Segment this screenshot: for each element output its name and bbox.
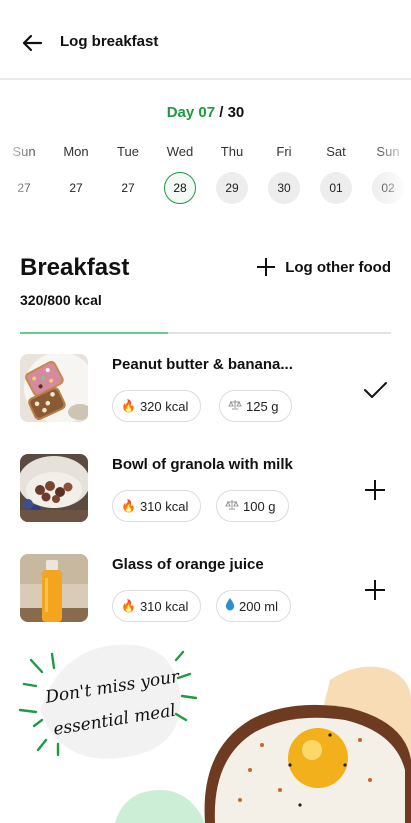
amount-chip: 200 ml [216,590,292,622]
droplet-icon [225,598,235,614]
top-bar: Log breakfast [0,0,411,80]
calendar-day[interactable]: Thu 29 [206,144,258,212]
food-item[interactable]: Glass of orange juice 🔥 310 kcal 200 ml [20,554,391,624]
arrow-left-icon[interactable] [20,31,44,55]
day-counter: Day 07 / 30 [0,104,411,121]
day-name: Fri [276,144,292,159]
day-number: 28 [164,172,196,204]
day-name: Mon [63,144,89,159]
toast-image [20,354,88,422]
log-other-food-label: Log other food [285,258,391,276]
food-name: Glass of orange juice [112,556,264,573]
granola-image [20,454,88,522]
day-number: 02 [372,172,404,204]
fire-icon: 🔥 [121,399,136,413]
kcal-chip: 🔥 310 kcal [112,590,202,622]
day-number: 27 [69,181,83,195]
scale-icon [228,399,242,414]
calendar-day[interactable]: Fri 30 [258,144,310,212]
day-number: 27 [121,181,135,195]
day-separator: / [219,104,224,121]
calendar-day[interactable]: Tue 27 [102,144,154,212]
promo-banner: Don't miss your essential meal [0,640,411,823]
log-other-food-button[interactable]: Log other food [257,258,391,276]
fire-icon: 🔥 [121,499,136,513]
kcal-value: 310 kcal [139,598,189,614]
day-name: Sun [376,144,400,159]
amount-value: 125 g [246,398,279,414]
kcal-chip: 🔥 320 kcal [112,390,202,422]
calendar-day[interactable]: Mon 27 [50,144,102,212]
plus-icon [257,258,276,276]
day-number: 29 [216,172,248,204]
food-item[interactable]: Bowl of granola with milk 🔥 310 kcal 100… [20,454,391,524]
kcal-chip: 🔥 310 kcal [112,490,202,522]
food-item[interactable]: Peanut butter & banana... 🔥 320 kcal 125… [20,354,391,424]
kcal-progress-bar [20,332,391,334]
food-name: Peanut butter & banana... [112,356,293,373]
amount-chip: 125 g [219,390,292,422]
day-number: 01 [320,172,352,204]
kcal-progress-fill [20,332,169,334]
plus-icon[interactable] [363,478,387,502]
day-name: Sat [326,144,346,159]
plus-icon[interactable] [363,578,387,602]
check-icon[interactable] [363,378,387,402]
day-name: Tue [117,144,139,159]
calendar-strip: Sun 27 Mon 27 Tue 27 Wed 28 Thu 29 Fri 3… [0,144,411,212]
day-total: 30 [227,104,245,121]
day-name: Sun [12,144,36,159]
day-name: Wed [166,144,194,159]
meal-kcal: 320/800 kcal [20,292,102,308]
amount-value: 200 ml [239,598,279,614]
day-current: Day 07 [166,104,216,121]
orange-juice-image [20,554,88,622]
calendar-day[interactable]: Sun 02 [362,144,411,212]
scale-icon [225,499,239,514]
amount-chip: 100 g [216,490,289,522]
amount-value: 100 g [243,498,276,514]
calendar-day[interactable]: Sat 01 [310,144,362,212]
calendar-day[interactable]: Sun 27 [0,144,50,212]
kcal-value: 320 kcal [139,398,189,414]
page-title: Log breakfast [60,33,159,50]
food-name: Bowl of granola with milk [112,456,293,473]
day-number: 30 [268,172,300,204]
calendar-day-selected[interactable]: Wed 28 [154,144,206,212]
meal-title: Breakfast [20,254,130,281]
fire-icon: 🔥 [121,599,136,613]
day-name: Thu [220,144,244,159]
kcal-value: 310 kcal [139,498,189,514]
day-number: 27 [17,181,31,195]
